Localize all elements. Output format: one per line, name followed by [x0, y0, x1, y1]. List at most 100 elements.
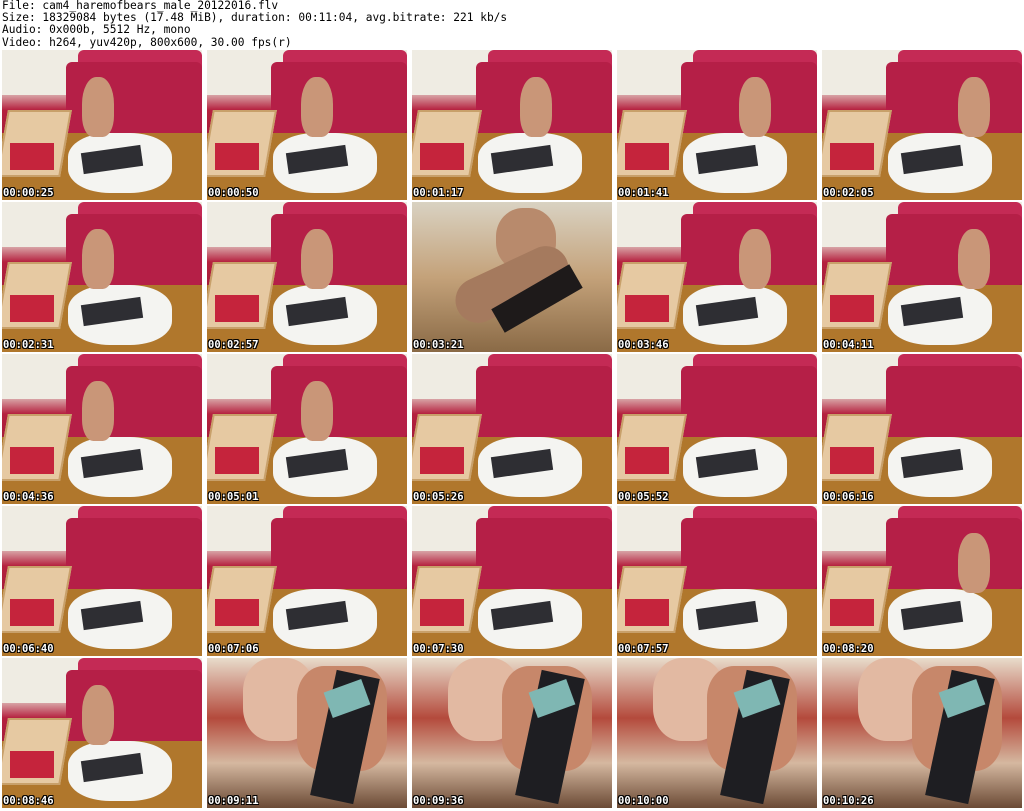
thumbnail-timestamp: 00:10:26 — [823, 795, 874, 807]
video-thumbnail: 00:07:57 — [617, 506, 817, 656]
thumbnail-timestamp: 00:04:11 — [823, 339, 874, 351]
video-thumbnail: 00:05:26 — [412, 354, 612, 504]
thumbnail-timestamp: 00:02:05 — [823, 187, 874, 199]
scene-shape — [271, 62, 407, 134]
thumbnail-timestamp: 00:04:36 — [3, 491, 54, 503]
video-line: Video: h264, yuv420p, 800x600, 30.00 fps… — [2, 35, 292, 49]
scene-shape — [301, 381, 333, 441]
video-thumbnail: 00:08:20 — [822, 506, 1022, 656]
thumbnail-timestamp: 00:07:06 — [208, 643, 259, 655]
scene-shape — [10, 143, 54, 170]
video-thumbnail: 00:01:17 — [412, 50, 612, 200]
thumbnail-timestamp: 00:07:30 — [413, 643, 464, 655]
video-thumbnail: 00:03:46 — [617, 202, 817, 352]
scene-shape — [10, 751, 54, 778]
scene-shape — [958, 533, 990, 593]
scene-shape — [886, 366, 1022, 438]
video-thumbnail: 00:00:50 — [207, 50, 407, 200]
scene-shape — [420, 447, 464, 474]
scene-shape — [215, 447, 259, 474]
video-thumbnail: 00:05:01 — [207, 354, 407, 504]
video-thumbnail: 00:03:21 — [412, 202, 612, 352]
scene-shape — [886, 518, 1022, 590]
scene-shape — [476, 518, 612, 590]
file-info-header: File: cam4_haremofbears_male_20122016.fl… — [2, 0, 507, 49]
thumbnail-timestamp: 00:05:26 — [413, 491, 464, 503]
thumbnail-timestamp: 00:05:01 — [208, 491, 259, 503]
video-thumbnail: 00:06:16 — [822, 354, 1022, 504]
scene-shape — [420, 599, 464, 626]
thumbnail-timestamp: 00:09:36 — [413, 795, 464, 807]
thumbnail-timestamp: 00:03:46 — [618, 339, 669, 351]
thumbnail-timestamp: 00:08:20 — [823, 643, 874, 655]
scene-shape — [271, 366, 407, 438]
scene-shape — [886, 214, 1022, 286]
scene-shape — [681, 366, 817, 438]
scene-shape — [830, 143, 874, 170]
video-thumbnail: 00:09:11 — [207, 658, 407, 808]
scene-shape — [739, 77, 771, 137]
scene-shape — [681, 518, 817, 590]
scene-shape — [520, 77, 552, 137]
video-thumbnail: 00:01:41 — [617, 50, 817, 200]
thumbnail-timestamp: 00:10:00 — [618, 795, 669, 807]
scene-shape — [215, 599, 259, 626]
video-thumbnail: 00:02:05 — [822, 50, 1022, 200]
thumbnail-timestamp: 00:02:31 — [3, 339, 54, 351]
video-thumbnail: 00:00:25 — [2, 50, 202, 200]
scene-shape — [271, 214, 407, 286]
thumbnail-timestamp: 00:03:21 — [413, 339, 464, 351]
scene-shape — [301, 229, 333, 289]
scene-shape — [958, 229, 990, 289]
scene-shape — [215, 295, 259, 322]
scene-shape — [66, 518, 202, 590]
scene-shape — [625, 295, 669, 322]
scene-shape — [82, 77, 114, 137]
thumbnail-timestamp: 00:00:50 — [208, 187, 259, 199]
scene-shape — [625, 143, 669, 170]
scene-shape — [420, 143, 464, 170]
scene-shape — [625, 599, 669, 626]
scene-shape — [886, 62, 1022, 134]
scene-shape — [625, 447, 669, 474]
scene-shape — [82, 381, 114, 441]
video-thumbnail: 00:10:00 — [617, 658, 817, 808]
thumbnail-timestamp: 00:01:41 — [618, 187, 669, 199]
scene-shape — [830, 447, 874, 474]
scene-shape — [271, 518, 407, 590]
scene-shape — [10, 295, 54, 322]
scene-shape — [301, 77, 333, 137]
video-thumbnail: 00:02:57 — [207, 202, 407, 352]
scene-shape — [739, 229, 771, 289]
thumbnail-timestamp: 00:07:57 — [618, 643, 669, 655]
thumbnail-timestamp: 00:00:25 — [3, 187, 54, 199]
video-thumbnail: 00:08:46 — [2, 658, 202, 808]
audio-line: Audio: 0x000b, 5512 Hz, mono — [2, 23, 191, 37]
video-thumbnail: 00:06:40 — [2, 506, 202, 656]
thumbnail-grid: 00:00:25 00:00:50 00:01:17 00:01:41 00:02:05… — [2, 50, 1022, 809]
thumbnail-timestamp: 00:06:16 — [823, 491, 874, 503]
thumbnail-timestamp: 00:09:11 — [208, 795, 259, 807]
scene-shape — [215, 143, 259, 170]
thumbnail-timestamp: 00:05:52 — [618, 491, 669, 503]
video-thumbnail: 00:07:30 — [412, 506, 612, 656]
scene-shape — [10, 447, 54, 474]
scene-shape — [830, 599, 874, 626]
thumbnail-timestamp: 00:08:46 — [3, 795, 54, 807]
video-thumbnail: 00:02:31 — [2, 202, 202, 352]
scene-shape — [10, 599, 54, 626]
scene-shape — [476, 366, 612, 438]
scene-shape — [82, 685, 114, 745]
video-thumbnail: 00:10:26 — [822, 658, 1022, 808]
video-thumbnail: 00:04:36 — [2, 354, 202, 504]
scene-shape — [958, 77, 990, 137]
video-thumbnail: 00:04:11 — [822, 202, 1022, 352]
thumbnail-timestamp: 00:01:17 — [413, 187, 464, 199]
thumbnail-timestamp: 00:06:40 — [3, 643, 54, 655]
video-thumbnail: 00:05:52 — [617, 354, 817, 504]
scene-shape — [830, 295, 874, 322]
scene-shape — [82, 229, 114, 289]
video-thumbnail: 00:09:36 — [412, 658, 612, 808]
video-thumbnail: 00:07:06 — [207, 506, 407, 656]
thumbnail-timestamp: 00:02:57 — [208, 339, 259, 351]
